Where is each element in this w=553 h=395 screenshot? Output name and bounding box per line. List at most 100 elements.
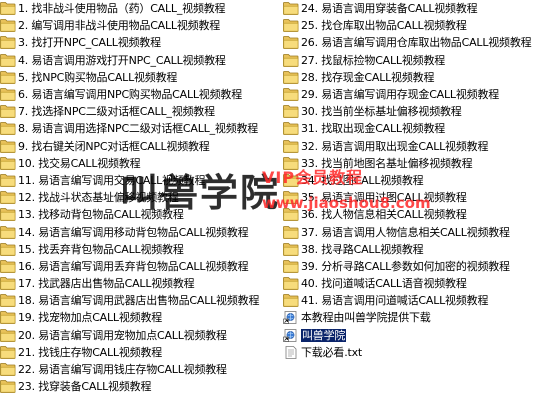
file-list-item-label: 6. 易语言编写调用NPC购买物品CALL视频教程 xyxy=(18,88,242,102)
file-list-item[interactable]: 24. 易语言调用穿装备CALL视频教程 xyxy=(283,0,553,17)
folder-icon xyxy=(0,105,16,119)
file-list-item[interactable]: 27. 找鼠标捡物CALL视频教程 xyxy=(283,52,553,69)
folder-icon xyxy=(0,122,16,136)
file-list-item-label: 33. 找当前地图名基址偏移视频教程 xyxy=(301,156,473,170)
file-list-item[interactable]: 35. 易语言调用过图CALL视频教程 xyxy=(283,189,553,206)
folder-icon xyxy=(283,139,299,153)
file-list-item-label: 7. 找选择NPC二级对话框CALL_视频教程 xyxy=(18,105,215,119)
folder-icon xyxy=(283,88,299,101)
file-list-item[interactable]: 17. 找武器店出售物品CALL视频教程 xyxy=(0,275,283,292)
file-list-item[interactable]: 9. 找右键关闭NPC对话框CALL视频教程 xyxy=(0,138,283,155)
file-list-item-label: 22. 易语言编写调用钱庄存物CALL视频教程 xyxy=(18,363,227,377)
file-list-item-label: 13. 找移动背包物品CALL视频教程 xyxy=(18,208,184,222)
file-list-item-label: 38. 找寻路CALL视频教程 xyxy=(301,242,424,256)
file-list-left-column: 1. 找非战斗使用物品（药）CALL_视频教程 2. 编写调用非战斗使用物品CAL… xyxy=(0,0,283,395)
file-list-item[interactable]: 33. 找当前地图名基址偏移视频教程 xyxy=(283,155,553,172)
file-list-item[interactable]: 34. 找过图CALL视频教程 xyxy=(283,172,553,189)
file-list-item[interactable]: 30. 找当前坐标基址偏移视频教程 xyxy=(283,103,553,120)
folder-icon xyxy=(283,122,299,136)
folder-icon xyxy=(0,53,16,67)
internet-shortcut-icon xyxy=(283,328,299,342)
file-list-item-label: 4. 易语言调用游戏打开NPC_CALL视频教程 xyxy=(18,53,226,67)
file-list-item-label: 下载必看.txt xyxy=(301,345,363,359)
file-list-right-column: 24. 易语言调用穿装备CALL视频教程 25. 找仓库取出物品CALL视频教程 2… xyxy=(283,0,553,361)
file-list-item[interactable]: 39. 分析寻路CALL参数如何加密的视频教程 xyxy=(283,258,553,275)
file-list-item-label: 2. 编写调用非战斗使用物品CALL视频教程 xyxy=(18,19,221,33)
file-list-item[interactable]: 18. 易语言编写调用武器店出售物品CALL视频教程 xyxy=(0,292,283,309)
folder-icon xyxy=(0,174,16,187)
folder-icon xyxy=(0,225,16,239)
file-list-item[interactable]: 4. 易语言调用游戏打开NPC_CALL视频教程 xyxy=(0,52,283,69)
file-list-item[interactable]: 13. 找移动背包物品CALL视频教程 xyxy=(0,206,283,223)
file-list-item-label: 19. 找宠物加点CALL视频教程 xyxy=(18,311,163,325)
file-list-item-label: 11. 易语言编写调用交易CALL视频教程 xyxy=(18,173,206,187)
file-list-item-label: 26. 易语言编写调用仓库取出物品CALL视频教程 xyxy=(301,36,532,50)
file-list-item-label: 10. 找交易CALL视频教程 xyxy=(18,156,141,170)
file-list-item[interactable]: 23. 找穿装备CALL视频教程 xyxy=(0,378,283,395)
file-list-item[interactable]: 14. 易语言编写调用移动背包物品CALL视频教程 xyxy=(0,223,283,240)
file-list-item[interactable]: 31. 找取出现金CALL视频教程 xyxy=(283,120,553,137)
file-list-item[interactable]: 叫兽学院 xyxy=(283,327,553,344)
file-list-item[interactable]: 21. 找钱庄存物CALL视频教程 xyxy=(0,344,283,361)
file-list-item[interactable]: 37. 易语言调用人物信息相关CALL视频教程 xyxy=(283,223,553,240)
file-list-item[interactable]: 11. 易语言编写调用交易CALL视频教程 xyxy=(0,172,283,189)
folder-icon xyxy=(283,260,299,273)
folder-icon xyxy=(0,70,16,84)
folder-icon xyxy=(0,208,16,222)
file-list-item-label: 40. 找问道喊话CALL语音视频教程 xyxy=(301,277,467,291)
file-list-item[interactable]: 26. 易语言编写调用仓库取出物品CALL视频教程 xyxy=(283,34,553,51)
folder-icon xyxy=(0,363,16,376)
file-list-item[interactable]: 6. 易语言编写调用NPC购买物品CALL视频教程 xyxy=(0,86,283,103)
folder-icon xyxy=(0,380,16,394)
file-list-item-label: 39. 分析寻路CALL参数如何加密的视频教程 xyxy=(301,259,510,273)
file-list-item[interactable]: 下载必看.txt xyxy=(283,344,553,361)
file-list-item[interactable]: 22. 易语言编写调用钱庄存物CALL视频教程 xyxy=(0,361,283,378)
file-list-item[interactable]: 29. 易语言编写调用存现金CALL视频教程 xyxy=(283,86,553,103)
file-list-item[interactable]: 5. 找NPC购买物品CALL视频教程 xyxy=(0,69,283,86)
folder-icon xyxy=(283,53,299,67)
file-list-item-label: 12. 找战斗状态基址偏移视频教程 xyxy=(18,191,179,205)
file-list-item-label: 30. 找当前坐标基址偏移视频教程 xyxy=(301,105,462,119)
folder-icon xyxy=(0,139,16,153)
file-list-item[interactable]: 16. 易语言编写调用丢弃背包物品CALL视频教程 xyxy=(0,258,283,275)
file-list-item[interactable]: 15. 找丢弃背包物品CALL视频教程 xyxy=(0,241,283,258)
file-list-item-label: 36. 找人物信息相关CALL视频教程 xyxy=(301,208,467,222)
file-list-item[interactable]: 25. 找仓库取出物品CALL视频教程 xyxy=(283,17,553,34)
text-file-icon xyxy=(283,345,299,359)
file-list-item[interactable]: 19. 找宠物加点CALL视频教程 xyxy=(0,309,283,326)
file-list-item-label: 15. 找丢弃背包物品CALL视频教程 xyxy=(18,242,184,256)
file-list-item[interactable]: 2. 编写调用非战斗使用物品CALL视频教程 xyxy=(0,17,283,34)
file-list-item[interactable]: 41. 易语言调用问道喊话CALL视频教程 xyxy=(283,292,553,309)
file-list-item-label: 24. 易语言调用穿装备CALL视频教程 xyxy=(301,2,478,16)
file-list-item-label: 32. 易语言调用取出现金CALL视频教程 xyxy=(301,139,489,153)
file-list-item[interactable]: 8. 易语言调用选择NPC二级对话框CALL_视频教程 xyxy=(0,120,283,137)
file-list-item[interactable]: 38. 找寻路CALL视频教程 xyxy=(283,241,553,258)
file-list-item-label: 1. 找非战斗使用物品（药）CALL_视频教程 xyxy=(18,2,226,16)
folder-icon xyxy=(0,19,16,33)
file-list-item[interactable]: 1. 找非战斗使用物品（药）CALL_视频教程 xyxy=(0,0,283,17)
folder-icon xyxy=(0,2,16,15)
folder-icon xyxy=(283,225,299,239)
file-list-item-label: 5. 找NPC购买物品CALL视频教程 xyxy=(18,70,178,84)
file-list-item-label: 本教程由叫兽学院提供下载 xyxy=(301,311,431,325)
file-list-item[interactable]: 40. 找问道喊话CALL语音视频教程 xyxy=(283,275,553,292)
file-list-item[interactable]: 20. 易语言编写调用宠物加点CALL视频教程 xyxy=(0,327,283,344)
folder-icon xyxy=(283,2,299,15)
file-list-item[interactable]: 36. 找人物信息相关CALL视频教程 xyxy=(283,206,553,223)
file-list-item-label: 25. 找仓库取出物品CALL视频教程 xyxy=(301,19,467,33)
folder-icon xyxy=(0,36,16,50)
file-list-item[interactable]: 28. 找存现金CALL视频教程 xyxy=(283,69,553,86)
file-list-item[interactable]: 12. 找战斗状态基址偏移视频教程 xyxy=(0,189,283,206)
folder-icon xyxy=(283,208,299,222)
file-list-item[interactable]: 32. 易语言调用取出现金CALL视频教程 xyxy=(283,138,553,155)
folder-icon xyxy=(0,328,16,342)
file-list-item[interactable]: 3. 找打开NPC_CALL视频教程 xyxy=(0,34,283,51)
folder-icon xyxy=(0,260,16,273)
file-list-item-label: 21. 找钱庄存物CALL视频教程 xyxy=(18,345,163,359)
file-list-item[interactable]: 本教程由叫兽学院提供下载 xyxy=(283,309,553,326)
file-list-item[interactable]: 10. 找交易CALL视频教程 xyxy=(0,155,283,172)
file-list-item-label: 18. 易语言编写调用武器店出售物品CALL视频教程 xyxy=(18,294,260,308)
folder-icon xyxy=(0,88,16,101)
file-list-item[interactable]: 7. 找选择NPC二级对话框CALL_视频教程 xyxy=(0,103,283,120)
internet-shortcut-icon xyxy=(283,311,299,325)
